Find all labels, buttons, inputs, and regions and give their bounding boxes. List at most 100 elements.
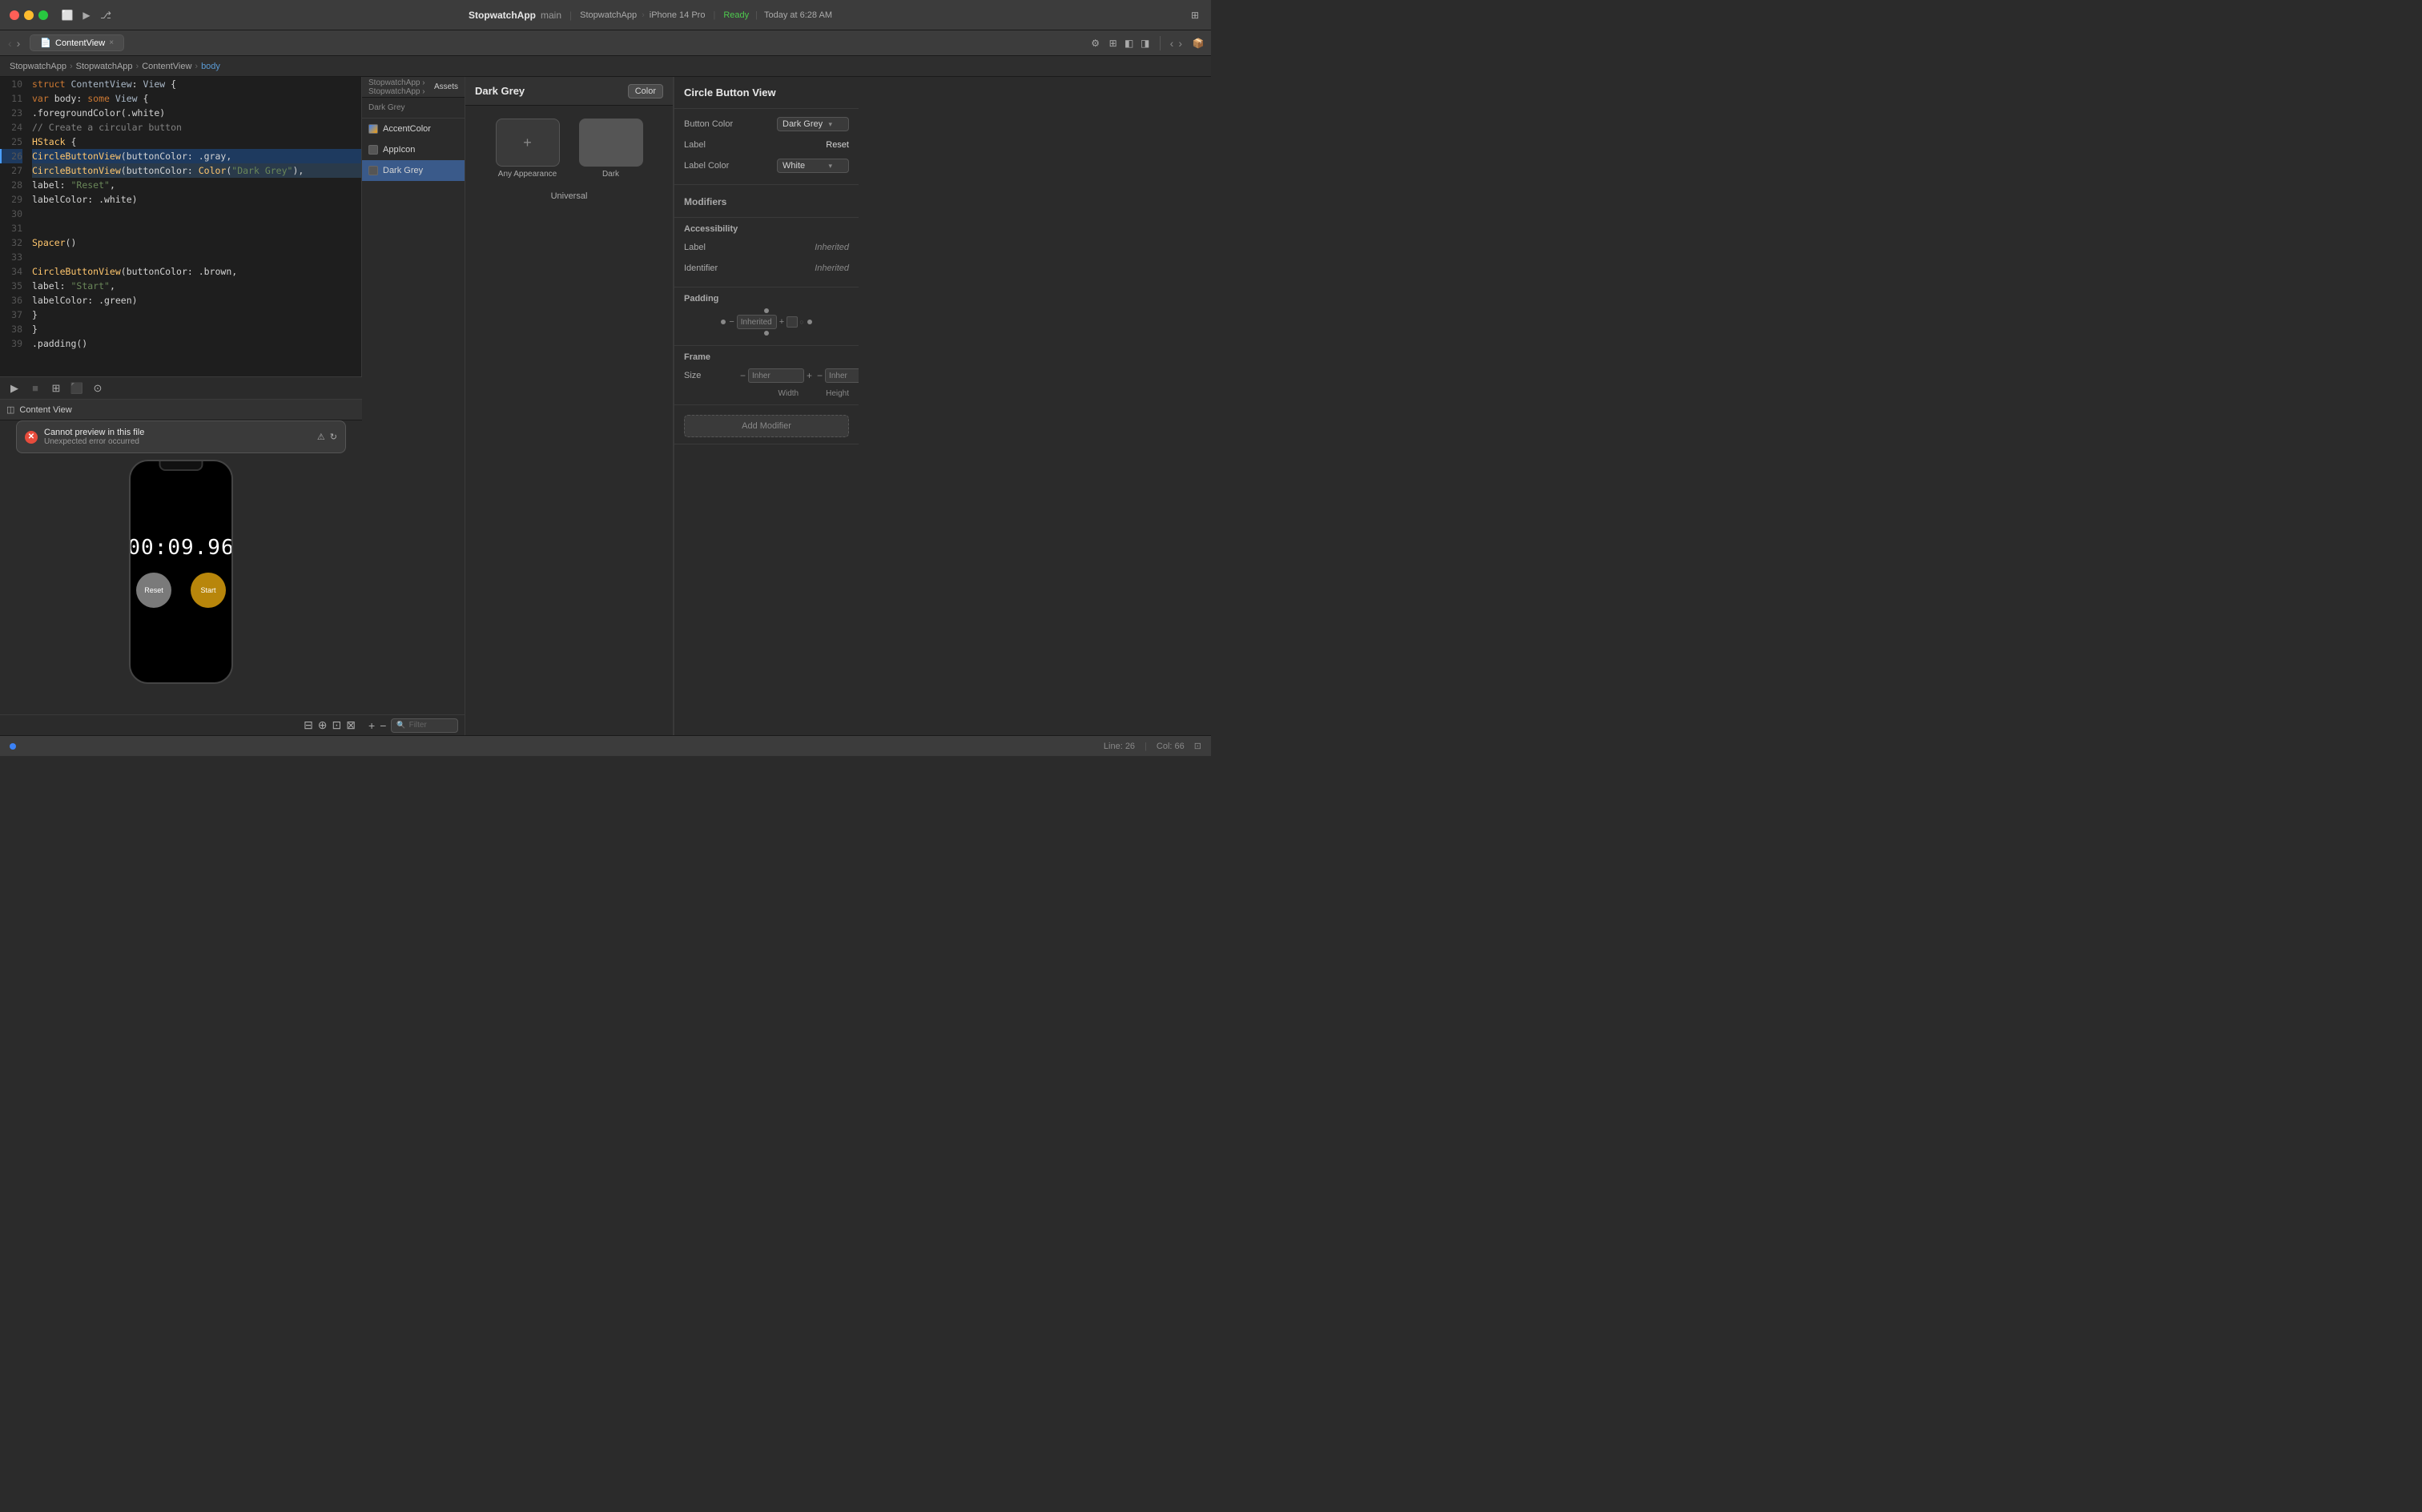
padding-right-dot	[807, 320, 812, 324]
assets-icon[interactable]: 📦	[1192, 37, 1205, 50]
branch-name: main	[541, 10, 561, 21]
dark-color[interactable]	[579, 119, 643, 167]
label-color-select-label: White	[783, 161, 805, 171]
run-button[interactable]: ▶	[6, 380, 22, 396]
breadcrumb-contentview[interactable]: ContentView	[142, 62, 191, 71]
expand-icon[interactable]: ⊡	[1194, 741, 1201, 751]
height-value: Inher	[829, 372, 847, 380]
related-files-icon[interactable]: ⚙	[1089, 37, 1102, 50]
acc-label-row: Label Inherited	[684, 239, 849, 256]
label-color-chevron-icon: ▾	[828, 162, 832, 171]
error-subtitle: Unexpected error occurred	[44, 437, 311, 446]
asset-item-darkgrey[interactable]: Dark Grey	[362, 160, 465, 181]
filter-input[interactable]: 🔍 Filter	[391, 718, 458, 733]
timer-display: 00:09.96	[129, 536, 233, 560]
close-button[interactable]	[10, 10, 19, 20]
zoom-actual-icon[interactable]: ⊠	[346, 718, 356, 732]
inspector-title: Circle Button View	[684, 83, 849, 102]
left-nav-icon[interactable]: ‹	[1169, 37, 1176, 50]
accentcolor-label: AccentColor	[383, 124, 431, 134]
asset-item-accentcolor[interactable]: AccentColor	[362, 119, 465, 139]
darkgrey-dot	[368, 166, 378, 175]
debug-icon[interactable]: ⬛	[69, 380, 85, 396]
forward-arrow[interactable]: ›	[15, 37, 22, 50]
settings-icon[interactable]: ⊙	[90, 380, 106, 396]
grid-view-icon[interactable]: ⊞	[48, 380, 64, 396]
label-color-select[interactable]: White ▾	[777, 159, 849, 173]
acc-label-label: Label	[684, 243, 740, 252]
any-appearance-color[interactable]: +	[496, 119, 560, 167]
timer-buttons: Reset Start	[136, 573, 226, 608]
close-tab-icon[interactable]: ×	[109, 38, 114, 47]
stop-button[interactable]: ■	[27, 380, 43, 396]
play-icon[interactable]: ▶	[80, 9, 93, 22]
refresh-error-icon[interactable]: ↻	[330, 432, 337, 442]
iphone-wrapper: 00:09.96 Reset Start	[0, 420, 362, 714]
padding-plus-icon[interactable]: +	[779, 317, 784, 327]
zoom-out-icon[interactable]: ⊟	[304, 718, 313, 732]
time-label: Today at 6:28 AM	[764, 10, 832, 20]
breadcrumb-stopwatchapp-1[interactable]: StopwatchApp	[10, 62, 66, 71]
color-type-button[interactable]: Color	[628, 84, 663, 99]
padding-value-input[interactable]: Inherited	[737, 315, 777, 329]
button-color-select[interactable]: Dark Grey ▾	[777, 117, 849, 131]
preview-header: ◫ Content View	[0, 400, 362, 420]
debug-error-icon[interactable]: ⚠	[317, 432, 325, 442]
any-appearance-plus-icon: +	[523, 135, 532, 151]
padding-minus-icon[interactable]: −	[729, 317, 734, 327]
maximize-button[interactable]	[38, 10, 48, 20]
reset-btn[interactable]: Reset	[136, 573, 171, 608]
back-arrow[interactable]: ‹	[6, 37, 14, 50]
zoom-fit-icon[interactable]: ⊡	[332, 718, 342, 732]
inspector-header: Circle Button View	[674, 77, 859, 109]
sidebar-toggle-icon[interactable]: ⬜	[61, 9, 74, 22]
width-input-group: − Inher +	[740, 368, 812, 383]
padding-container: − Inherited + ○	[684, 308, 849, 336]
dark-swatch: Dark	[579, 119, 643, 179]
width-plus-icon[interactable]: +	[807, 370, 812, 381]
chevron-down-icon: ▾	[828, 120, 832, 129]
error-title: Cannot preview in this file	[44, 428, 311, 437]
branch-icon[interactable]: ⎇	[99, 9, 112, 22]
width-input[interactable]: Inher	[748, 368, 804, 383]
dark-label: Dark	[602, 170, 619, 179]
app-name: StopwatchApp	[469, 10, 536, 21]
breadcrumb-body[interactable]: body	[201, 62, 220, 71]
padding-top-dot	[764, 308, 769, 313]
toolbar-top: ‹ › 📄 ContentView × ⚙ ⊞ ◧ ◨ ‹ › 📦	[0, 30, 1211, 56]
split-right-icon[interactable]: ◨	[1139, 37, 1152, 50]
remove-asset-icon[interactable]: −	[380, 719, 386, 732]
height-input[interactable]: Inher	[825, 368, 859, 383]
tab-icon: 📄	[40, 38, 51, 48]
button-color-value: Dark Grey ▾	[740, 117, 849, 131]
reset-label: Reset	[144, 586, 163, 594]
label-text: Reset	[826, 140, 849, 150]
editor-options-icon[interactable]: ⊞	[1107, 37, 1120, 50]
height-minus-icon[interactable]: −	[817, 370, 823, 381]
minimize-button[interactable]	[24, 10, 34, 20]
asset-item-appicon[interactable]: AppIcon	[362, 139, 465, 160]
size-labels: Width Height	[684, 388, 849, 398]
appicon-dot	[368, 145, 378, 155]
add-modifier-button[interactable]: Add Modifier	[684, 415, 849, 437]
button-color-row: Button Color Dark Grey ▾	[684, 115, 849, 133]
add-asset-icon[interactable]: +	[368, 719, 375, 732]
padding-checkbox[interactable]	[787, 316, 798, 328]
code-content[interactable]: struct ContentView: View { var body: som…	[29, 77, 361, 376]
titlebar-icons: ⊞	[1189, 9, 1201, 22]
start-btn[interactable]: Start	[191, 573, 226, 608]
assets-list: AccentColor AppIcon Dark Grey	[362, 119, 465, 714]
error-banner: ✕ Cannot preview in this file Unexpected…	[16, 420, 346, 453]
code-editor[interactable]: 10 11 23 24 25 26 27 28 29 30 31 32 33 3…	[0, 77, 362, 376]
breadcrumb-stopwatchapp-2[interactable]: StopwatchApp	[76, 62, 133, 71]
label-color-value: White ▾	[740, 159, 849, 173]
new-window-icon[interactable]: ⊞	[1189, 9, 1201, 22]
width-minus-icon[interactable]: −	[740, 370, 746, 381]
zoom-in-icon[interactable]: ⊕	[318, 718, 328, 732]
status-dot-icon	[10, 743, 16, 750]
preview-zoom-bar: ⊟ ⊕ ⊡ ⊠	[0, 714, 362, 735]
tab-contentview[interactable]: 📄 ContentView ×	[30, 34, 124, 51]
split-left-icon[interactable]: ◧	[1123, 37, 1136, 50]
left-panel: 10 11 23 24 25 26 27 28 29 30 31 32 33 3…	[0, 77, 362, 735]
right-nav-icon[interactable]: ›	[1177, 37, 1184, 50]
